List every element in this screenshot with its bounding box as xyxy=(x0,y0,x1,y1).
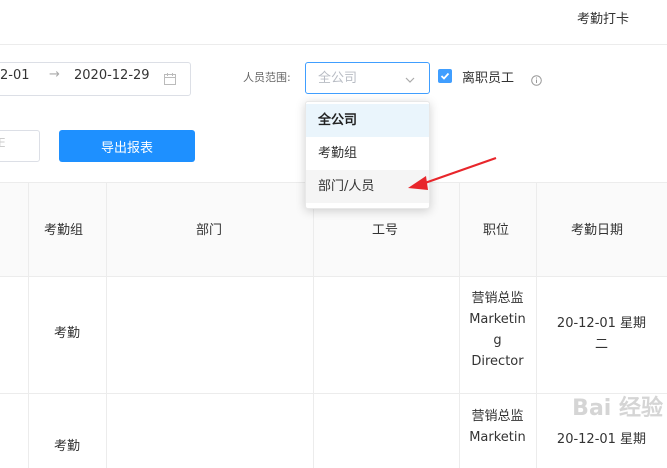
cell-position-line: g xyxy=(493,333,502,348)
page-title[interactable]: 考勤打卡 xyxy=(577,8,629,27)
date-separator: → xyxy=(49,67,60,82)
departed-checkbox[interactable] xyxy=(438,69,452,83)
cell-position: 营销总监 Marketin g Director xyxy=(459,288,536,372)
cell-date: 20-12-01 星期 xyxy=(536,429,667,450)
departed-label: 离职员工 xyxy=(462,71,515,86)
cell-position-line: 营销总监 xyxy=(471,291,524,306)
scope-label: 人员范围: xyxy=(243,71,291,84)
col-divider xyxy=(313,182,314,468)
date-end[interactable]: 2020-12-29 xyxy=(74,68,150,83)
search-input[interactable] xyxy=(0,130,40,162)
cell-position: 营销总监 Marketin xyxy=(459,406,536,448)
dropdown-option-company[interactable]: 全公司 xyxy=(306,104,429,137)
column-header-position[interactable]: 职位 xyxy=(483,219,509,238)
cell-group: 考勤 xyxy=(53,326,80,341)
cell-date-line: 20-12-01 星期 xyxy=(556,316,647,331)
export-report-button[interactable]: 导出报表 xyxy=(59,130,195,162)
scope-select-value: 全公司 xyxy=(318,71,358,86)
info-icon[interactable] xyxy=(531,71,542,86)
cell-position-line: Marketin xyxy=(469,312,526,327)
cell-position-line: 营销总监 xyxy=(471,409,524,424)
col-divider xyxy=(106,182,107,468)
column-header-id[interactable]: 工号 xyxy=(372,219,398,238)
chevron-down-icon[interactable] xyxy=(405,70,415,83)
calendar-icon[interactable] xyxy=(164,70,176,85)
column-header-date[interactable]: 考勤日期 xyxy=(571,219,623,238)
column-header-group[interactable]: 考勤组 xyxy=(44,219,83,238)
date-start[interactable]: 2-01 xyxy=(0,68,30,83)
annotation-arrow-icon xyxy=(408,156,497,190)
search-input-fragment: E xyxy=(0,136,6,150)
top-bar xyxy=(0,0,667,45)
cell-date: 20-12-01 星期 二 xyxy=(536,313,667,355)
cell-group: 考勤 xyxy=(53,439,80,454)
cell-position-line: Director xyxy=(471,354,524,369)
watermark: Bai 经验 xyxy=(572,396,663,421)
row-divider xyxy=(0,393,667,394)
cell-position-line: Marketin xyxy=(469,430,526,445)
cell-date-line: 二 xyxy=(594,337,608,352)
cell-date-line: 20-12-01 星期 xyxy=(556,432,647,447)
column-header-dept[interactable]: 部门 xyxy=(196,219,222,238)
